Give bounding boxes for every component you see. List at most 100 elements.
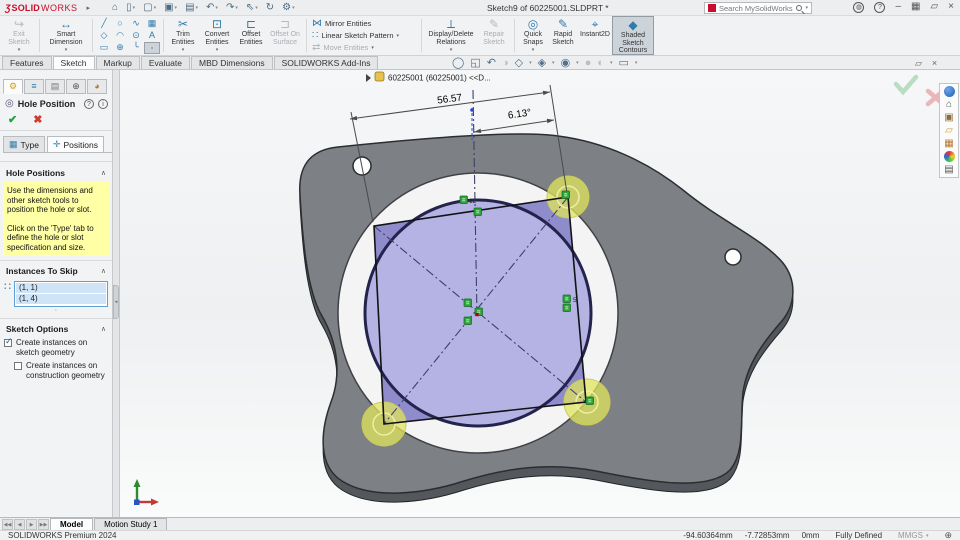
sketch-point-blue[interactable] [470, 108, 474, 112]
minimize-button[interactable]: – [895, 1, 901, 13]
options-button[interactable]: ⚙▾ [282, 3, 294, 13]
convert-entities-button[interactable]: ⊡ Convert Entities▾ [199, 16, 235, 55]
display-style-icon[interactable]: ◈ [538, 57, 546, 69]
design-library-home-icon[interactable]: ⌂ [946, 99, 952, 110]
slot-tool-icon[interactable]: ▭ [96, 42, 112, 54]
relation-badge[interactable]: = [474, 208, 482, 216]
type-tab[interactable]: ▦ Type [3, 136, 45, 152]
open-button[interactable]: ▢▾ [143, 3, 156, 13]
relation-badge[interactable]: = [464, 317, 472, 325]
text-tool-icon[interactable]: A [144, 30, 160, 42]
doc-restore-icon[interactable]: ▱ [915, 58, 922, 69]
menu-expand-arrow[interactable]: ▸ [87, 4, 91, 12]
close-button[interactable]: × [948, 1, 954, 13]
solidworks-resources-globe-icon[interactable] [944, 86, 955, 97]
custom-properties-icon[interactable]: ▤ [944, 164, 953, 175]
feature-tree-root-label[interactable]: 60225001 (60225001) <<D... [388, 74, 491, 83]
point-tool-icon[interactable]: ⊕ [112, 42, 128, 54]
appearances-scenes-icon[interactable] [944, 151, 955, 162]
panel-splitter[interactable]: ◂ [113, 70, 120, 517]
relation-badge[interactable]: = [562, 191, 570, 199]
section-view-icon[interactable]: ◑ [502, 57, 509, 69]
offset-on-surface-button[interactable]: ⊐ Offset On Surface [267, 16, 303, 55]
skipped-instance-item[interactable]: (1, 1) [16, 283, 106, 293]
motion-study-tab[interactable]: Motion Study 1 [94, 518, 167, 530]
pm-pin-icon[interactable]: i [98, 99, 108, 109]
instances-to-skip-list[interactable]: (1, 1) (1, 4) [14, 281, 108, 307]
tab-features[interactable]: Features [2, 56, 52, 69]
model-tab[interactable]: Model [50, 518, 93, 530]
tab-mbd-dimensions[interactable]: MBD Dimensions [191, 56, 273, 69]
sketch-options-section-header[interactable]: Sketch Options ∧ [0, 319, 112, 336]
small-hole-right[interactable] [725, 249, 741, 265]
hole-positions-section-header[interactable]: Hole Positions ∧ [0, 161, 112, 180]
collapse-chevron-icon[interactable]: ∧ [101, 267, 106, 275]
list-resize-handle[interactable]: ◦ [0, 308, 112, 314]
view-palette-icon[interactable]: ▦ [944, 138, 953, 149]
relation-badge[interactable]: = [563, 304, 571, 312]
sketch-center-point[interactable] [476, 313, 479, 316]
sketch-geometry-option[interactable]: Create instances on sketch geometry [0, 336, 112, 359]
hide-show-items-icon[interactable]: ◉ [561, 57, 571, 69]
offset-entities-button[interactable]: ⊏ Offset Entities [235, 16, 267, 55]
edit-appearance-icon[interactable]: ● [585, 57, 592, 69]
redo-button[interactable]: ↷▾ [226, 3, 238, 13]
shaded-sketch-contours-button[interactable]: ◆ Shaded Sketch Contours [612, 16, 654, 55]
mirror-entities-button[interactable]: ⋈ Mirror Entities [310, 18, 418, 29]
positions-tab[interactable]: ✛ Positions [47, 136, 104, 152]
pm-ok-button[interactable]: ✔ [8, 113, 17, 126]
relation-badge[interactable]: = [586, 397, 594, 405]
instant2d-button[interactable]: ⌖ Instant2D [578, 16, 612, 55]
line-tool-icon[interactable]: ╱ [96, 18, 112, 30]
skipped-instance-item[interactable]: (1, 4) [16, 294, 106, 304]
relation-badge[interactable]: = [563, 295, 571, 303]
home-button[interactable]: ⌂ [112, 3, 118, 13]
zoom-to-area-icon[interactable]: ◱ [470, 57, 480, 69]
prev-tab-arrow[interactable]: ◀ [14, 519, 25, 530]
view-orientation-icon[interactable]: ◇ [515, 57, 523, 69]
display-delete-relations-button[interactable]: ⟂ Display/Delete Relations▾ [425, 16, 477, 55]
exit-sketch-button[interactable]: ↪ Exit Sketch▾ [2, 16, 36, 55]
next-tab-arrow[interactable]: ▶ [26, 519, 37, 530]
tab-markup[interactable]: Markup [96, 56, 140, 69]
tab-evaluate[interactable]: Evaluate [141, 56, 190, 69]
first-tab-arrow[interactable]: ◀◀ [2, 519, 13, 530]
linear-sketch-pattern-button[interactable]: ∷ Linear Sketch Pattern▾ [310, 30, 418, 41]
doc-close-icon[interactable]: × [932, 58, 937, 69]
move-entities-button[interactable]: ⇄ Move Entities▾ [310, 42, 418, 53]
trim-entities-button[interactable]: ✂ Trim Entities▾ [167, 16, 199, 55]
active-point-tool-icon[interactable]: ▫ [144, 42, 160, 54]
pm-help-icon[interactable]: ? [84, 99, 94, 109]
instances-to-skip-section-header[interactable]: Instances To Skip ∧ [0, 261, 112, 278]
rectangle-tool-icon[interactable]: ◇ [96, 30, 112, 42]
viewport-canvas[interactable]: 56.57 6.13° = 12 = = = = = 5 = = = [120, 70, 960, 517]
relation-badge[interactable]: = [464, 299, 472, 307]
circle-tool-icon[interactable]: ○ [112, 18, 128, 30]
help-icon[interactable]: ? [874, 2, 885, 13]
rapid-sketch-button[interactable]: ✎ Rapid Sketch [548, 16, 578, 55]
tab-solidworks-addins[interactable]: SOLIDWORKS Add-Ins [274, 56, 379, 69]
unit-system-selector[interactable]: MMGS ▾ [898, 531, 928, 540]
tab-sketch[interactable]: Sketch [53, 56, 95, 69]
view-settings-icon[interactable]: ▭ [619, 57, 629, 69]
collapse-chevron-icon[interactable]: ∧ [101, 325, 106, 333]
arc-tool-icon[interactable]: ◠ [112, 30, 128, 42]
save-button[interactable]: ▣▾ [164, 3, 177, 13]
file-explorer-icon[interactable]: ▱ [945, 125, 953, 136]
print-button[interactable]: ▤▾ [185, 3, 198, 13]
splitter-collapse-tab[interactable]: ◂ [113, 285, 119, 319]
quick-snaps-button[interactable]: ◎ Quick Snaps▾ [518, 16, 548, 55]
collapse-chevron-icon[interactable]: ∧ [101, 169, 106, 177]
unchecked-checkbox[interactable] [14, 362, 22, 370]
zoom-to-fit-icon[interactable]: ◯ [452, 57, 464, 69]
configuration-manager-tab[interactable]: ▤ [45, 79, 65, 94]
display-manager-tab[interactable]: ◕ [87, 79, 107, 94]
new-document-button[interactable]: ▯▾ [126, 3, 135, 13]
repair-sketch-button[interactable]: ✎ Repair Sketch [477, 16, 511, 55]
spline-tool-icon[interactable]: ∿ [128, 18, 144, 30]
property-manager-tab[interactable]: ⚙ [3, 79, 23, 94]
perimeter-circle-icon[interactable]: ⊙ [128, 30, 144, 42]
smart-dimension-button[interactable]: ↔ Smart Dimension▾ [43, 16, 89, 55]
user-account-icon[interactable]: ◍ [853, 2, 864, 13]
restore-button[interactable]: ▱ [930, 1, 938, 13]
